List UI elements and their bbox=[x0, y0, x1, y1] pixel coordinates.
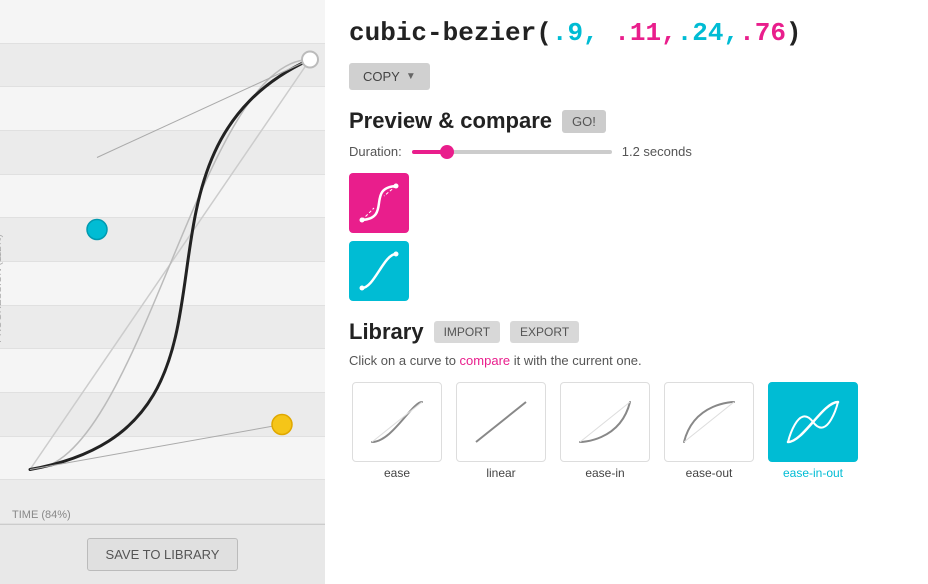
curve-label-ease-out: ease-out bbox=[686, 466, 733, 480]
duration-value: 1.2 seconds bbox=[622, 144, 692, 159]
preview-curve-pink bbox=[354, 178, 404, 228]
formula-prefix: cubic-bezier( bbox=[349, 18, 552, 48]
curve-label-ease: ease bbox=[384, 466, 410, 480]
curve-thumb-linear[interactable] bbox=[456, 382, 546, 462]
ease-curve-svg bbox=[362, 392, 432, 452]
bezier-canvas-panel[interactable]: PROGRESSION (112%) TIME (84%) SAVE TO LI… bbox=[0, 0, 325, 584]
library-title-text: Library bbox=[349, 319, 424, 345]
curve-label-ease-in-out: ease-in-out bbox=[783, 466, 843, 480]
curve-card-ease[interactable]: ease bbox=[349, 382, 445, 480]
library-title: Library IMPORT EXPORT bbox=[349, 319, 904, 345]
formula-p4: .76 bbox=[739, 18, 786, 48]
curve-label-linear: linear bbox=[486, 466, 515, 480]
curve-card-ease-in-out[interactable]: ease-in-out bbox=[765, 382, 861, 480]
bezier-canvas[interactable] bbox=[0, 0, 325, 524]
go-button[interactable]: GO! bbox=[562, 110, 606, 133]
time-label: TIME (84%) bbox=[12, 509, 71, 521]
preview-box-pink[interactable] bbox=[349, 173, 409, 233]
bezier-svg bbox=[0, 0, 325, 524]
duration-row: Duration: 1.2 seconds bbox=[349, 144, 904, 159]
curve-thumb-ease[interactable] bbox=[352, 382, 442, 462]
preview-box-teal[interactable] bbox=[349, 241, 409, 301]
ease-in-out-curve-svg bbox=[778, 392, 848, 452]
right-panel: cubic-bezier(.9, .11,.24,.76) COPY ▼ Pre… bbox=[325, 0, 928, 584]
formula-p2: .11, bbox=[614, 18, 676, 48]
hint-highlight: compare bbox=[460, 353, 511, 368]
formula-p3: .24, bbox=[677, 18, 739, 48]
preview-curve-teal bbox=[354, 246, 404, 296]
curve-card-linear[interactable]: linear bbox=[453, 382, 549, 480]
curve-card-ease-out[interactable]: ease-out bbox=[661, 382, 757, 480]
duration-label: Duration: bbox=[349, 144, 402, 159]
library-section: Library IMPORT EXPORT Click on a curve t… bbox=[349, 319, 904, 480]
import-button[interactable]: IMPORT bbox=[434, 321, 500, 343]
copy-button[interactable]: COPY ▼ bbox=[349, 63, 430, 90]
curve-grid: ease linear ease-in bbox=[349, 382, 904, 480]
save-to-library-button[interactable]: SAVE TO LIBRARY bbox=[87, 538, 239, 571]
formula-suffix: ) bbox=[786, 18, 802, 48]
control-point-2 bbox=[87, 220, 107, 240]
bezier-formula: cubic-bezier(.9, .11,.24,.76) bbox=[349, 18, 904, 49]
export-button[interactable]: EXPORT bbox=[510, 321, 579, 343]
ease-out-curve-svg bbox=[674, 392, 744, 452]
curve-thumb-ease-in[interactable] bbox=[560, 382, 650, 462]
preview-title-text: Preview & compare bbox=[349, 108, 552, 134]
formula-p1: .9, bbox=[552, 18, 599, 48]
curve-label-ease-in: ease-in bbox=[585, 466, 624, 480]
ease-in-curve-svg bbox=[570, 392, 640, 452]
curve-thumb-ease-out[interactable] bbox=[664, 382, 754, 462]
linear-curve-svg bbox=[466, 392, 536, 452]
bottom-bar: SAVE TO LIBRARY bbox=[0, 524, 325, 584]
preview-section-title: Preview & compare GO! bbox=[349, 108, 904, 134]
y-axis-label: PROGRESSION (112%) bbox=[0, 234, 4, 343]
duration-slider[interactable] bbox=[412, 150, 612, 154]
copy-label: COPY bbox=[363, 69, 400, 84]
library-hint: Click on a curve to compare it with the … bbox=[349, 353, 904, 368]
control-point-1 bbox=[272, 415, 292, 435]
preview-boxes bbox=[349, 173, 904, 301]
curve-card-ease-in[interactable]: ease-in bbox=[557, 382, 653, 480]
curve-thumb-ease-in-out[interactable] bbox=[768, 382, 858, 462]
dropdown-arrow-icon: ▼ bbox=[406, 71, 416, 82]
